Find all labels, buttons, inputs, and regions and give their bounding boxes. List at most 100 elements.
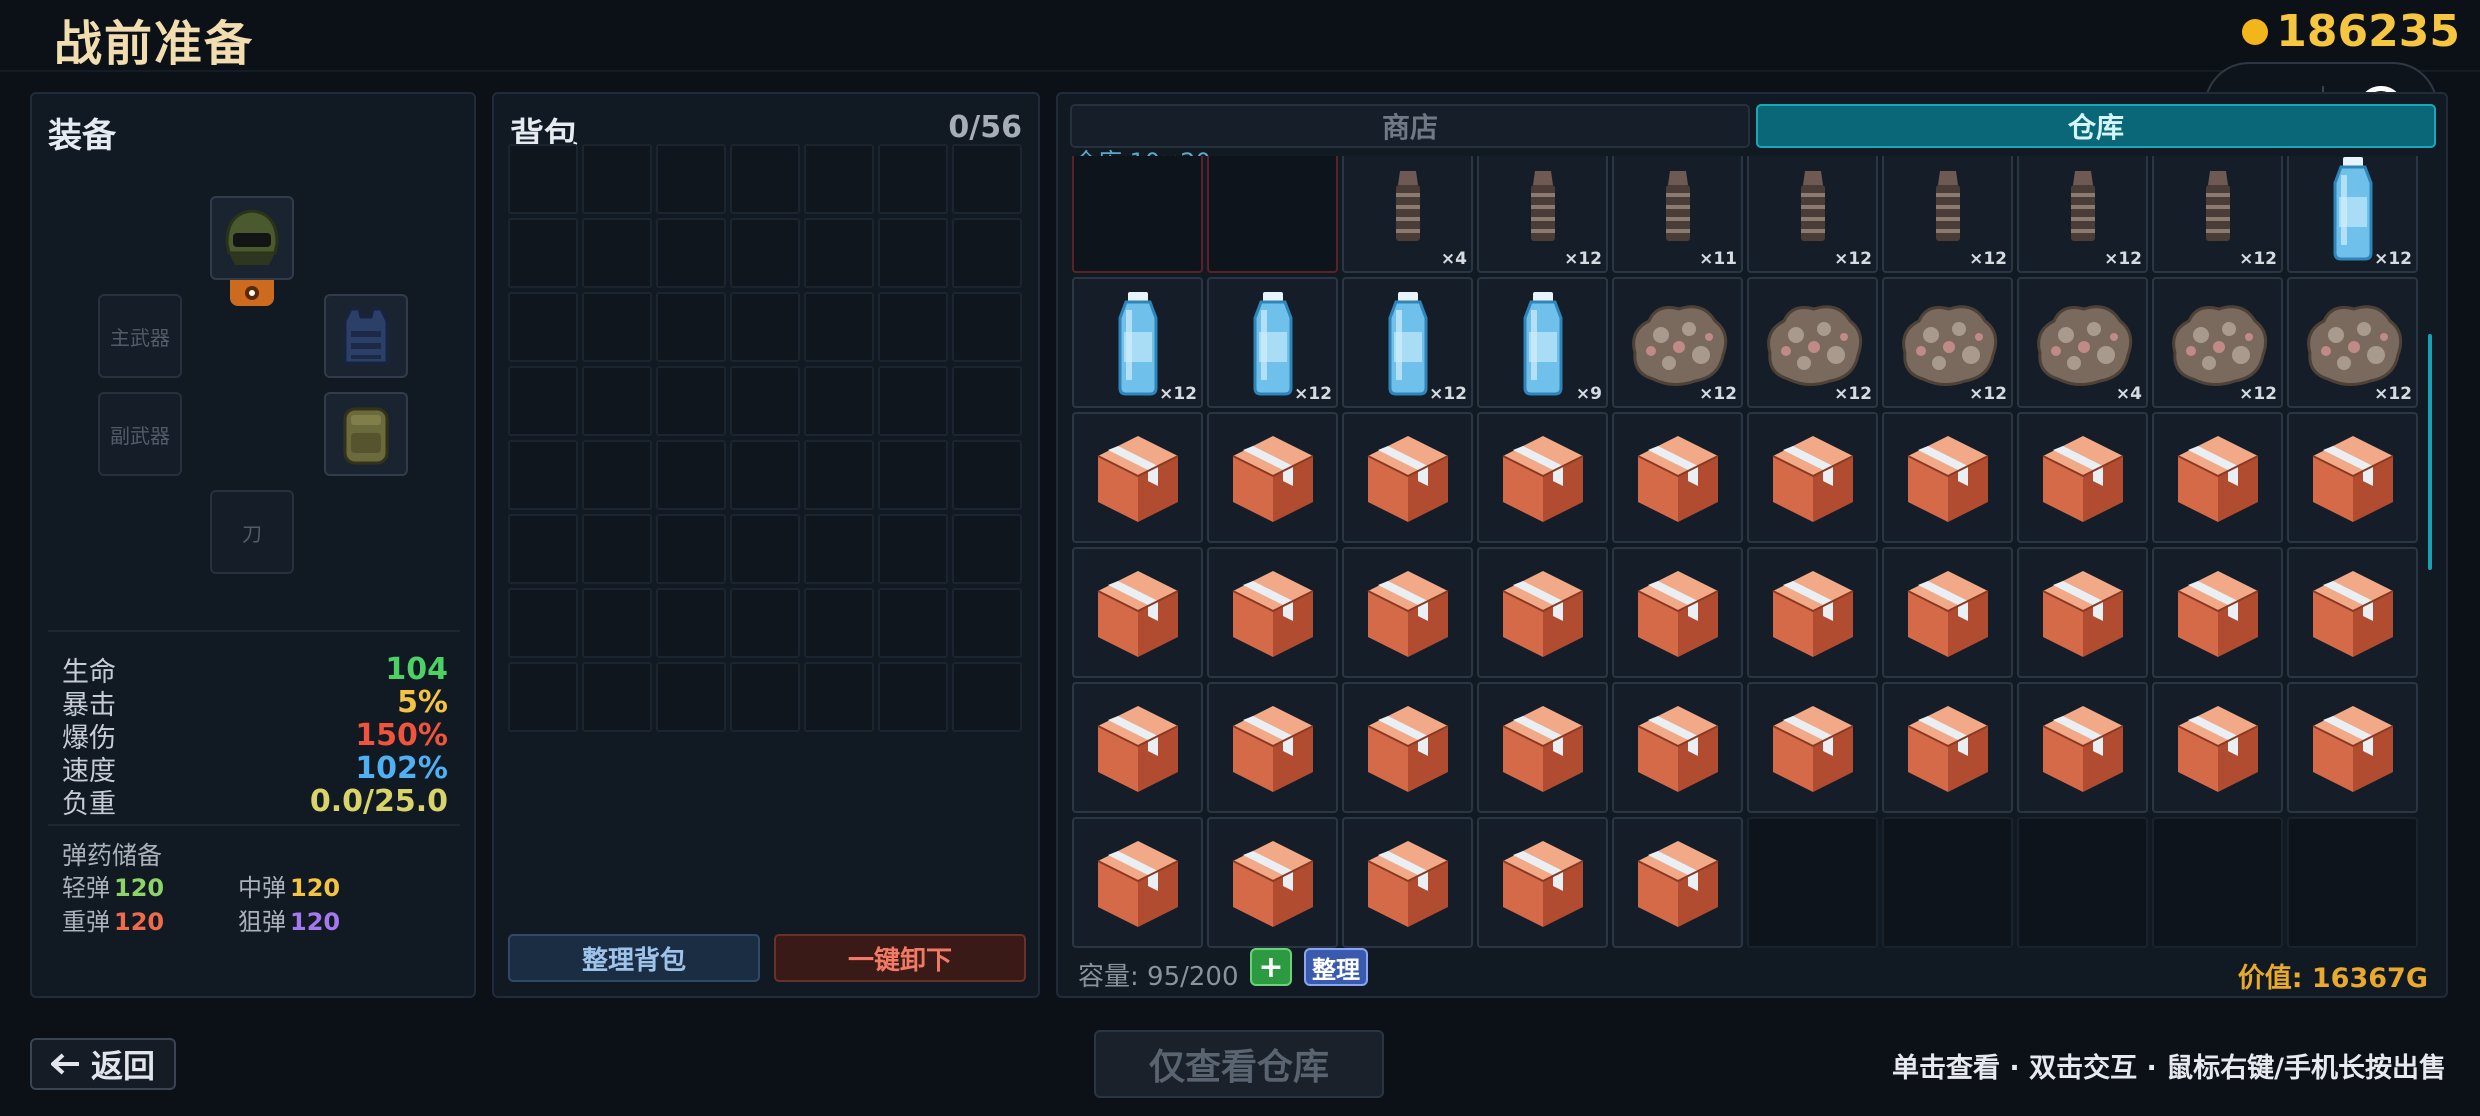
backpack-cell[interactable] [508,218,578,288]
warehouse-empty-cell[interactable] [1882,817,2013,948]
warehouse-item-box[interactable] [1072,547,1203,678]
warehouse-item-bullet[interactable]: ×12 [1882,156,2013,273]
backpack-cell[interactable] [582,366,652,436]
backpack-cell[interactable] [878,292,948,362]
warehouse-item-water[interactable]: ×12 [2287,156,2418,273]
warehouse-item-box[interactable] [1612,817,1743,948]
backpack-cell[interactable] [656,144,726,214]
warehouse-item-box[interactable] [1747,547,1878,678]
backpack-cell[interactable] [878,144,948,214]
backpack-cell[interactable] [952,292,1022,362]
backpack-cell[interactable] [656,218,726,288]
backpack-cell[interactable] [508,514,578,584]
backpack-cell[interactable] [582,588,652,658]
backpack-cell[interactable] [656,514,726,584]
warehouse-item-box[interactable] [2287,412,2418,543]
warehouse-item-water[interactable]: ×12 [1342,277,1473,408]
backpack-cell[interactable] [804,366,874,436]
backpack-cell[interactable] [730,662,800,732]
backpack-cell[interactable] [952,514,1022,584]
backpack-cell[interactable] [582,218,652,288]
warehouse-item-box[interactable] [1477,682,1608,813]
backpack-cell[interactable] [730,514,800,584]
warehouse-item-box[interactable] [1342,412,1473,543]
backpack-cell[interactable] [656,366,726,436]
warehouse-item-ore[interactable]: ×4 [2017,277,2148,408]
warehouse-item-box[interactable] [1342,682,1473,813]
warehouse-item-ore[interactable]: ×12 [1612,277,1743,408]
warehouse-empty-cell[interactable] [1207,156,1338,273]
warehouse-item-box[interactable] [2152,412,2283,543]
warehouse-item-bullet[interactable]: ×12 [1747,156,1878,273]
backpack-cell[interactable] [804,662,874,732]
warehouse-item-box[interactable] [2152,682,2283,813]
warehouse-item-box[interactable] [1072,682,1203,813]
warehouse-empty-cell[interactable] [1072,156,1203,273]
warehouse-viewport[interactable]: ×4 ×12 ×11 ×12 ×12 ×12 ×12 ×12 ×12 ×12 ×12 ×9 ×12 ×12… [1072,156,2428,948]
warehouse-item-box[interactable] [1207,547,1338,678]
backpack-cell[interactable] [582,292,652,362]
expand-capacity-button[interactable]: + [1250,948,1292,986]
warehouse-item-box[interactable] [2152,547,2283,678]
warehouse-item-bullet[interactable]: ×11 [1612,156,1743,273]
warehouse-empty-cell[interactable] [1747,817,1878,948]
backpack-cell[interactable] [730,366,800,436]
backpack-slot[interactable] [324,392,408,476]
view-only-warehouse-button[interactable]: 仅查看仓库 [1094,1030,1384,1098]
backpack-cell[interactable] [804,514,874,584]
backpack-cell[interactable] [508,588,578,658]
backpack-cell[interactable] [508,440,578,510]
warehouse-item-ore[interactable]: ×12 [2152,277,2283,408]
warehouse-item-box[interactable] [2017,547,2148,678]
backpack-cell[interactable] [804,144,874,214]
backpack-cell[interactable] [952,440,1022,510]
warehouse-item-box[interactable] [1477,547,1608,678]
warehouse-empty-cell[interactable] [2017,817,2148,948]
warehouse-item-box[interactable] [1612,412,1743,543]
warehouse-empty-cell[interactable] [2152,817,2283,948]
backpack-cell[interactable] [730,144,800,214]
backpack-cell[interactable] [656,292,726,362]
tab-storage[interactable]: 仓库 [1756,104,2436,148]
backpack-cell[interactable] [656,440,726,510]
backpack-cell[interactable] [656,588,726,658]
warehouse-item-bullet[interactable]: ×4 [1342,156,1473,273]
warehouse-item-box[interactable] [1477,412,1608,543]
warehouse-item-box[interactable] [1207,412,1338,543]
backpack-cell[interactable] [952,662,1022,732]
warehouse-item-box[interactable] [1747,682,1878,813]
backpack-cell[interactable] [878,218,948,288]
backpack-cell[interactable] [952,588,1022,658]
backpack-cell[interactable] [952,366,1022,436]
backpack-cell[interactable] [508,662,578,732]
backpack-cell[interactable] [878,366,948,436]
knife-slot[interactable]: 刀 [210,490,294,574]
warehouse-item-box[interactable] [2017,682,2148,813]
view-helmet-badge[interactable] [230,280,274,306]
warehouse-item-box[interactable] [1072,817,1203,948]
warehouse-item-box[interactable] [2017,412,2148,543]
warehouse-item-water[interactable]: ×12 [1072,277,1203,408]
warehouse-item-box[interactable] [1882,682,2013,813]
backpack-cell[interactable] [878,440,948,510]
warehouse-item-bullet[interactable]: ×12 [2017,156,2148,273]
warehouse-item-water[interactable]: ×9 [1477,277,1608,408]
backpack-cell[interactable] [878,662,948,732]
warehouse-item-box[interactable] [1072,412,1203,543]
warehouse-item-box[interactable] [2287,547,2418,678]
warehouse-item-box[interactable] [2287,682,2418,813]
warehouse-empty-cell[interactable] [2287,817,2418,948]
warehouse-item-bullet[interactable]: ×12 [2152,156,2283,273]
warehouse-item-ore[interactable]: ×12 [1747,277,1878,408]
warehouse-item-box[interactable] [1207,817,1338,948]
backpack-cell[interactable] [582,514,652,584]
backpack-cell[interactable] [508,366,578,436]
backpack-cell[interactable] [656,662,726,732]
armor-slot[interactable] [324,294,408,378]
warehouse-item-ore[interactable]: ×12 [2287,277,2418,408]
backpack-cell[interactable] [804,440,874,510]
warehouse-item-water[interactable]: ×12 [1207,277,1338,408]
backpack-cell[interactable] [582,440,652,510]
main-weapon-slot[interactable]: 主武器 [98,294,182,378]
warehouse-scrollbar[interactable] [2428,334,2432,570]
